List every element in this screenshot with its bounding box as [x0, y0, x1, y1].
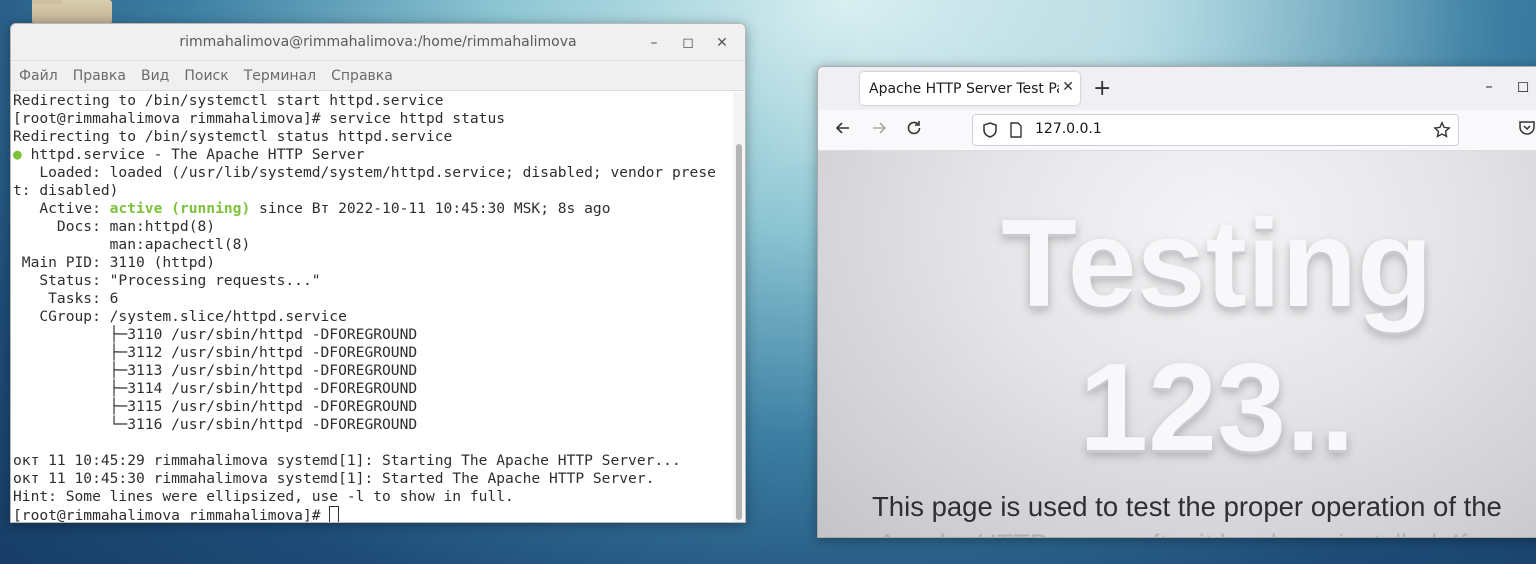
terminal-window[interactable]: rimmahalimova@rimmahalimova:/home/rimmah…	[10, 23, 746, 523]
new-tab-button[interactable]: +	[1093, 76, 1111, 101]
terminal-line: Loaded: loaded (/usr/lib/systemd/system/…	[13, 164, 716, 181]
browser-window[interactable]: Apache HTTP Server Test Page ✕ + – ◻ 127…	[817, 66, 1536, 538]
terminal-line: ├─3113 /usr/sbin/httpd -DFOREGROUND	[13, 362, 418, 379]
minimize-button[interactable]: –	[637, 35, 671, 51]
terminal-menubar: Файл Правка Вид Поиск Терминал Справка	[11, 61, 745, 91]
navigation-toolbar: 127.0.0.1	[818, 110, 1536, 151]
close-button[interactable]: ✕	[705, 35, 739, 51]
terminal-line: ├─3110 /usr/sbin/httpd -DFOREGROUND	[13, 326, 418, 343]
maximize-button[interactable]: ◻	[671, 35, 705, 51]
menu-edit[interactable]: Правка	[73, 68, 134, 84]
page-description-continued: Apache HTTP server after it has been ins…	[878, 529, 1467, 537]
terminal-line: окт 11 10:45:30 rimmahalimova systemd[1]…	[13, 470, 655, 487]
terminal-line: ├─3112 /usr/sbin/httpd -DFOREGROUND	[13, 344, 418, 361]
tab-bar: Apache HTTP Server Test Page ✕ + – ◻	[818, 67, 1536, 110]
menu-help[interactable]: Справка	[331, 68, 401, 84]
terminal-scrollbar[interactable]	[733, 92, 745, 522]
terminal-line: Active: active (running) since Вт 2022-1…	[13, 200, 611, 217]
terminal-line: Status: "Processing requests..."	[13, 272, 321, 289]
terminal-line: Tasks: 6	[13, 290, 119, 307]
terminal-line: Hint: Some lines were ellipsized, use -l…	[13, 488, 514, 505]
back-arrow-icon[interactable]	[834, 119, 852, 142]
terminal-line: Redirecting to /bin/systemctl status htt…	[13, 128, 453, 145]
terminal-line: [root@rimmahalimova rimmahalimova]# serv…	[13, 110, 506, 127]
tab-apache-test-page[interactable]: Apache HTTP Server Test Page ✕	[860, 72, 1080, 105]
terminal-line: CGroup: /system.slice/httpd.service	[13, 308, 347, 325]
address-bar[interactable]: 127.0.0.1	[972, 114, 1459, 146]
terminal-line: man:apachectl(8)	[13, 236, 251, 253]
page-heading-testing: Testing	[1001, 195, 1433, 333]
shield-icon[interactable]	[981, 121, 999, 143]
page-heading-123: 123..	[1079, 339, 1355, 477]
page-content: Testing 123.. This page is used to test …	[818, 151, 1536, 537]
terminal-line: Docs: man:httpd(8)	[13, 218, 216, 235]
menu-search[interactable]: Поиск	[184, 68, 236, 84]
browser-minimize-button[interactable]: –	[1472, 77, 1506, 95]
menu-file[interactable]: Файл	[19, 68, 66, 84]
terminal-line: Redirecting to /bin/systemctl start http…	[13, 92, 444, 109]
forward-arrow-icon[interactable]	[870, 119, 888, 142]
active-status-text: active (running)	[109, 200, 251, 217]
close-icon[interactable]: ✕	[1062, 79, 1074, 95]
terminal-line: [root@rimmahalimova rimmahalimova]#	[13, 506, 733, 522]
pocket-icon[interactable]	[1518, 120, 1536, 140]
terminal-titlebar[interactable]: rimmahalimova@rimmahalimova:/home/rimmah…	[11, 24, 745, 61]
terminal-line: ├─3115 /usr/sbin/httpd -DFOREGROUND	[13, 398, 418, 415]
terminal-line: └─3116 /usr/sbin/httpd -DFOREGROUND	[13, 416, 418, 433]
browser-maximize-button[interactable]: ◻	[1506, 77, 1536, 95]
terminal-line: t: disabled)	[13, 182, 119, 199]
menu-terminal[interactable]: Терминал	[244, 68, 324, 84]
terminal-line: ├─3114 /usr/sbin/httpd -DFOREGROUND	[13, 380, 418, 397]
terminal-cursor	[329, 506, 340, 522]
terminal-output[interactable]: Redirecting to /bin/systemctl start http…	[11, 92, 733, 522]
page-description: This page is used to test the proper ope…	[872, 491, 1502, 522]
window-title: rimmahalimova@rimmahalimova:/home/rimmah…	[179, 34, 577, 50]
star-icon[interactable]	[1433, 121, 1451, 143]
reload-icon[interactable]	[905, 119, 923, 142]
tab-title: Apache HTTP Server Test Page	[869, 80, 1059, 97]
menu-view[interactable]: Вид	[141, 68, 177, 84]
scrollbar-thumb[interactable]	[736, 144, 742, 520]
folder-icon[interactable]	[32, 0, 112, 24]
terminal-line: ● httpd.service - The Apache HTTP Server	[13, 146, 365, 163]
terminal-line: Main PID: 3110 (httpd)	[13, 254, 216, 271]
terminal-line: окт 11 10:45:29 rimmahalimova systemd[1]…	[13, 452, 681, 469]
status-dot-icon: ●	[13, 146, 22, 163]
url-text[interactable]: 127.0.0.1	[1035, 121, 1102, 137]
page-icon[interactable]	[1009, 122, 1023, 142]
